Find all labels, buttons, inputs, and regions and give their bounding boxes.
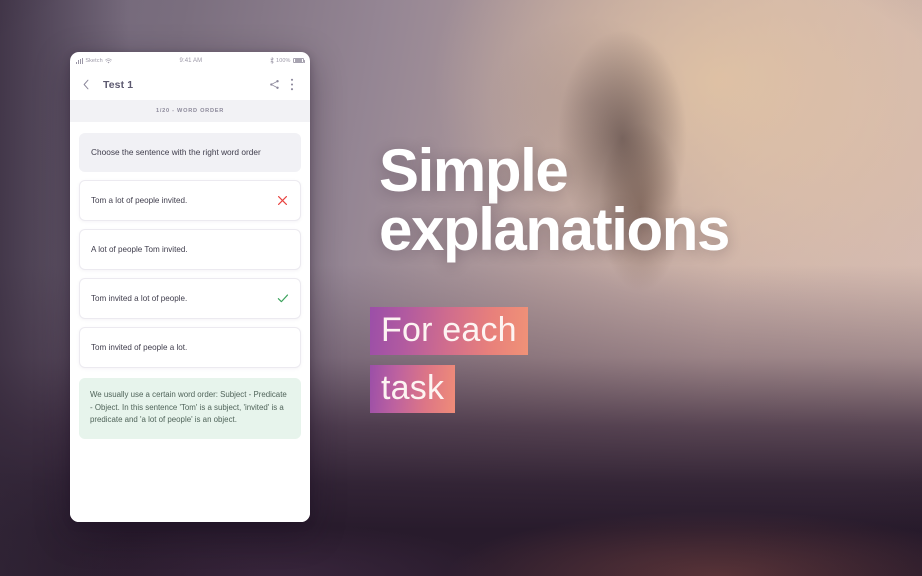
- back-button[interactable]: [79, 75, 92, 95]
- bluetooth-icon: [270, 57, 274, 64]
- promo-subheadline: For each task: [370, 307, 528, 413]
- status-bar: Sketch 9:41 AM 100%: [70, 52, 310, 69]
- quiz-body: Choose the sentence with the right word …: [70, 122, 310, 522]
- battery-full-icon: [293, 57, 305, 64]
- battery-percent-label: 100%: [276, 57, 291, 64]
- answer-option-label: Tom invited of people a lot.: [91, 342, 188, 352]
- answer-option-label: Tom invited a lot of people.: [91, 293, 188, 303]
- explanation-card: We usually use a certain word order: Sub…: [79, 377, 301, 440]
- chevron-left-icon: [83, 79, 88, 90]
- progress-label: 1/20 - WORD ORDER: [70, 100, 310, 122]
- status-bar-right: 100%: [270, 57, 305, 64]
- signal-bars-icon: [76, 57, 83, 64]
- promo-highlight-line-2: task: [370, 365, 456, 413]
- promo-highlight-line-1: For each: [370, 307, 528, 355]
- phone-mockup: Sketch 9:41 AM 100% Test 1 1/20 - WORD O…: [70, 52, 310, 522]
- question-card: Choose the sentence with the right word …: [79, 133, 301, 172]
- answer-option-4[interactable]: Tom invited of people a lot.: [79, 326, 301, 368]
- close-icon: [276, 194, 289, 207]
- share-button[interactable]: [265, 75, 283, 95]
- answer-option-3[interactable]: Tom invited a lot of people.: [79, 277, 301, 319]
- status-bar-left: Sketch: [76, 57, 113, 64]
- promo-headline: Simple explanations: [379, 137, 849, 263]
- app-toolbar: Test 1: [70, 69, 310, 100]
- check-icon: [276, 292, 289, 305]
- promo-highlight-row-1: For each: [370, 307, 528, 355]
- status-bar-time: 9:41 AM: [179, 57, 203, 64]
- more-vertical-icon: [290, 78, 294, 91]
- page-title: Test 1: [103, 78, 134, 91]
- overflow-menu-button[interactable]: [283, 75, 301, 95]
- answer-option-1[interactable]: Tom a lot of people invited.: [79, 179, 301, 221]
- share-icon: [269, 80, 279, 89]
- answer-option-2[interactable]: A lot of people Tom invited.: [79, 228, 301, 270]
- answer-option-label: Tom a lot of people invited.: [91, 195, 188, 205]
- carrier-label: Sketch: [85, 57, 103, 64]
- promo-highlight-row-2: task: [370, 355, 528, 413]
- wifi-icon: [105, 58, 113, 63]
- promo-headline-line-2: explanations: [379, 195, 730, 263]
- answer-option-label: A lot of people Tom invited.: [91, 244, 188, 254]
- promo-headline-line-1: Simple: [379, 137, 569, 204]
